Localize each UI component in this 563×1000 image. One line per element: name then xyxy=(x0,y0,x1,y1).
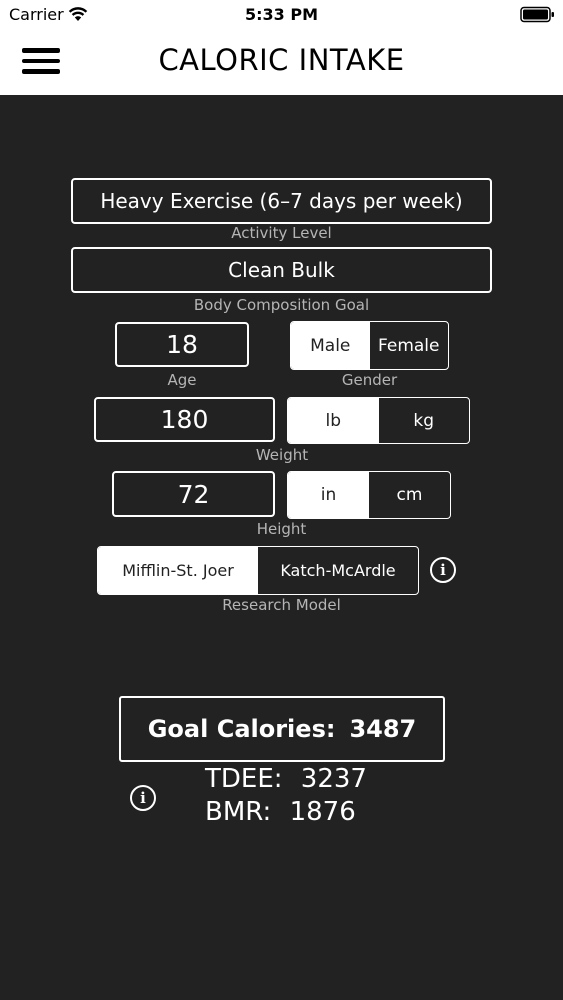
goal-calories-label: Goal Calories: xyxy=(147,715,336,743)
research-model-selector: Mifflin-St. Joer Katch-McArdle xyxy=(97,546,419,595)
gender-label: Gender xyxy=(341,371,398,389)
research-model-label: Research Model xyxy=(222,596,341,614)
gender-selector: Male Female xyxy=(290,321,449,370)
battery-icon xyxy=(520,6,554,23)
bmr-label: BMR: xyxy=(205,797,272,827)
weight-input[interactable]: 180 xyxy=(94,397,275,442)
goal-calories-display: Goal Calories: 3487 xyxy=(119,696,445,762)
model-info-icon[interactable]: i xyxy=(430,557,456,583)
weight-unit-kg[interactable]: kg xyxy=(379,398,470,443)
height-unit-cm[interactable]: cm xyxy=(369,472,450,518)
activity-level-field[interactable]: Heavy Exercise (6–7 days per week) xyxy=(71,178,492,224)
status-bar: Carrier 5:33 PM xyxy=(0,0,563,30)
age-label: Age xyxy=(167,371,197,389)
top-bar: Carrier 5:33 PM CALORIC INTAKE xyxy=(0,0,563,95)
height-unit-selector: in cm xyxy=(287,471,451,519)
body-composition-goal-field[interactable]: Clean Bulk xyxy=(71,247,492,293)
results-info-icon[interactable]: i xyxy=(130,785,156,811)
weight-unit-selector: lb kg xyxy=(287,397,470,444)
tdee-label: TDEE: xyxy=(205,764,283,794)
goal-calories-value: 3487 xyxy=(349,715,417,743)
bmr-value: 1876 xyxy=(289,797,356,827)
tdee-value: 3237 xyxy=(300,764,367,794)
clock: 5:33 PM xyxy=(244,5,318,24)
height-input[interactable]: 72 xyxy=(112,471,275,517)
height-label: Height xyxy=(256,520,307,538)
bmr-row: BMR: 1876 xyxy=(205,797,356,827)
caloric-intake-screen: Carrier 5:33 PM CALORIC INTAKE Heavy Exe… xyxy=(0,0,563,1000)
weight-unit-lb[interactable]: lb xyxy=(288,398,379,443)
body-composition-goal-label: Body Composition Goal xyxy=(193,296,370,314)
model-option-mifflin[interactable]: Mifflin-St. Joer xyxy=(98,547,258,594)
page-title: CALORIC INTAKE xyxy=(158,43,405,77)
gender-option-female[interactable]: Female xyxy=(370,322,449,369)
model-option-katch[interactable]: Katch-McArdle xyxy=(258,547,418,594)
gender-option-male[interactable]: Male xyxy=(291,322,370,369)
weight-label: Weight xyxy=(255,446,309,464)
age-input[interactable]: 18 xyxy=(115,322,249,367)
tdee-row: TDEE: 3237 xyxy=(205,764,367,794)
height-unit-in[interactable]: in xyxy=(288,472,369,518)
activity-level-label: Activity Level xyxy=(231,224,332,242)
